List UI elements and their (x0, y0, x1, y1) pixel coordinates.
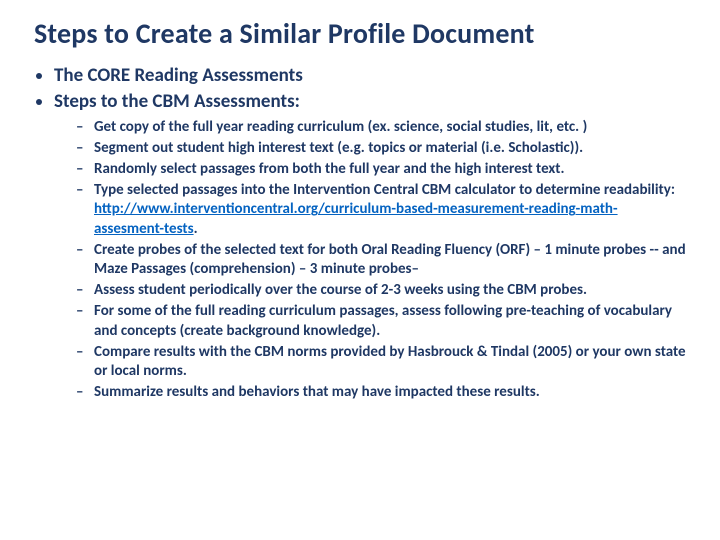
text-run: Type selected passages into the Interven… (94, 181, 675, 199)
list-item: Segment out student high interest text (… (80, 139, 686, 158)
list-item: Assess student periodically over the cou… (80, 281, 686, 300)
list-item: Summarize results and behaviors that may… (80, 383, 686, 402)
text-run: For some of the full reading curriculum … (94, 302, 672, 339)
list-item: Steps to the CBM Assessments: (54, 90, 686, 114)
text-run: Compare results with the CBM norms provi… (94, 343, 686, 380)
text-run: Randomly select passages from both the f… (94, 160, 565, 178)
text-run: Create probes of the selected text for b… (94, 241, 686, 278)
list-item: Get copy of the full year reading curric… (80, 118, 686, 137)
text-run: Assess student periodically over the cou… (94, 281, 587, 299)
list-item: Compare results with the CBM norms provi… (80, 343, 686, 381)
text-run: Segment out student high interest text (… (94, 139, 583, 157)
text-run: Get copy of the full year reading curric… (94, 118, 587, 136)
list-item: For some of the full reading curriculum … (80, 302, 686, 340)
sub-bullet-list: Get copy of the full year reading curric… (34, 118, 686, 403)
list-item: Create probes of the selected text for b… (80, 241, 686, 279)
page-title: Steps to Create a Similar Profile Docume… (34, 18, 686, 50)
list-item: Type selected passages into the Interven… (80, 181, 686, 239)
list-item: The CORE Reading Assessments (54, 64, 686, 88)
top-bullet-list: The CORE Reading Assessments Steps to th… (34, 64, 686, 114)
text-run: Summarize results and behaviors that may… (94, 383, 540, 401)
list-item: Randomly select passages from both the f… (80, 160, 686, 179)
text-run: . (194, 220, 198, 238)
slide: Steps to Create a Similar Profile Docume… (0, 0, 720, 540)
readability-link[interactable]: http://www.interventioncentral.org/curri… (94, 200, 618, 237)
